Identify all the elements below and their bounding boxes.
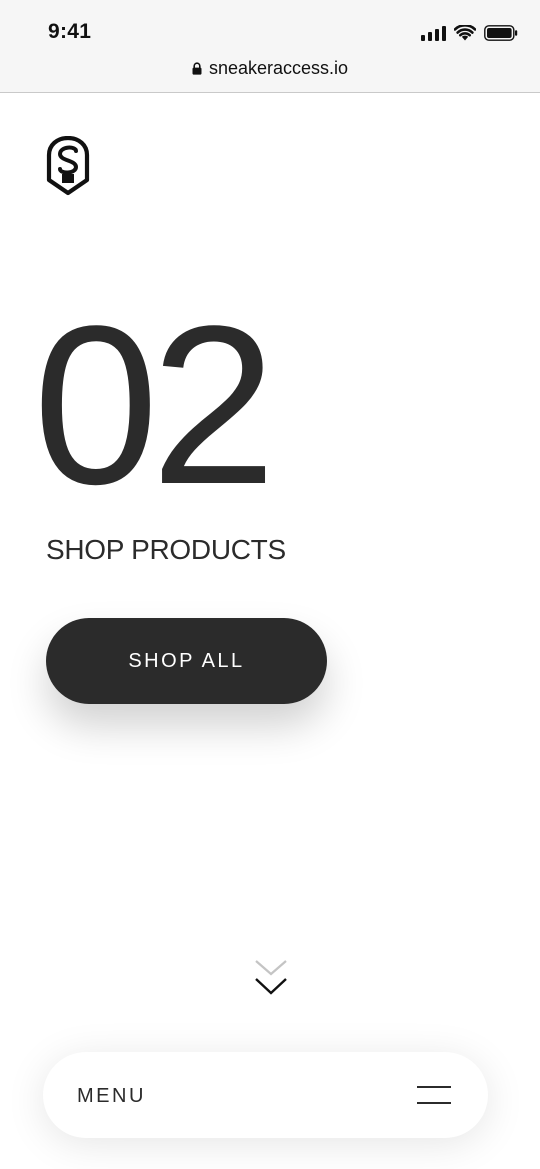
- step-number: 02: [33, 278, 276, 531]
- address-bar[interactable]: sneakeraccess.io: [0, 58, 540, 80]
- status-time: 9:41: [48, 20, 92, 43]
- page: 9:41 sneakeraccess.io 02 SHOP PRODUCTS S…: [0, 0, 540, 1169]
- lock-icon: [192, 59, 202, 80]
- browser-chrome: 9:41 sneakeraccess.io: [0, 0, 540, 93]
- battery-icon: [484, 25, 518, 41]
- status-icons: [421, 22, 518, 44]
- double-chevron-down-icon[interactable]: [254, 958, 288, 998]
- brand-logo-icon[interactable]: [46, 135, 90, 196]
- section-title: SHOP PRODUCTS: [46, 534, 286, 565]
- menu-label: MENU: [77, 1085, 146, 1107]
- url-text: sneakeraccess.io: [208, 58, 349, 78]
- signal-icon: [421, 25, 446, 41]
- shop-all-button-label: SHOP ALL: [128, 649, 245, 672]
- wifi-icon: [454, 25, 476, 41]
- menu-bar[interactable]: MENU: [43, 1052, 488, 1138]
- hamburger-icon[interactable]: [417, 1085, 451, 1105]
- shop-all-button[interactable]: SHOP ALL: [46, 618, 327, 704]
